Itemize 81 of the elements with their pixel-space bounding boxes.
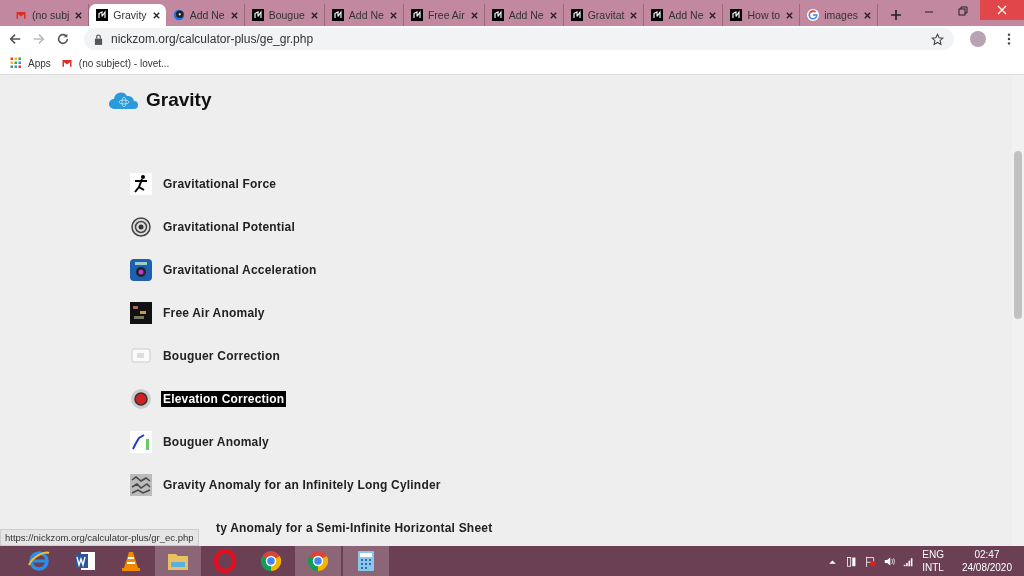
site-logo-icon — [410, 9, 423, 21]
tab-title: Gravity — [113, 9, 147, 21]
calculator-link[interactable]: Free Air Anomaly — [161, 305, 267, 321]
battery-icon[interactable] — [846, 555, 858, 567]
calculator-link[interactable]: Gravity Anomaly for an Infinitely Long Cylinder — [161, 477, 443, 493]
taskbar-app[interactable] — [343, 546, 389, 576]
close-icon[interactable] — [548, 10, 558, 20]
signal-icon[interactable] — [903, 555, 915, 567]
calculator-link[interactable]: Gravitational Potential — [161, 219, 297, 235]
calculator-link[interactable]: Bouguer Anomaly — [161, 434, 271, 450]
taskbar-app[interactable] — [295, 546, 341, 576]
camera-icon — [130, 259, 152, 281]
close-icon[interactable] — [229, 10, 239, 20]
mail-icon — [15, 9, 27, 21]
close-icon[interactable] — [388, 10, 398, 20]
calculator-link[interactable]: Gravitational Acceleration — [161, 262, 319, 278]
close-icon[interactable] — [629, 10, 639, 20]
tab-title: Add Ne — [348, 9, 384, 21]
speaker-icon[interactable] — [884, 555, 896, 567]
tab-title: Add Ne — [189, 9, 225, 21]
site-logo-icon — [570, 9, 583, 21]
input-language[interactable]: ENG INTL — [922, 548, 944, 574]
new-tab-icon[interactable] — [890, 9, 903, 21]
bookmark-label: (no subject) - lovet... — [78, 57, 170, 69]
bookmark-star-icon[interactable] — [931, 32, 944, 46]
word-document-icon — [73, 549, 97, 573]
chrome-icon — [259, 549, 283, 573]
browser-e-icon — [27, 549, 51, 573]
bookmark-label: Apps — [28, 57, 51, 69]
calculator-link[interactable]: Gravitational Force — [161, 176, 279, 192]
back-icon[interactable] — [8, 32, 22, 46]
tab-title: images — [824, 9, 859, 21]
page-title: Gravity — [146, 89, 212, 111]
tab-title: How to — [747, 9, 781, 21]
close-icon[interactable] — [309, 10, 319, 20]
calculator-link[interactable]: Elevation Correction — [161, 391, 287, 407]
mosaic-icon — [130, 302, 152, 324]
reload-icon[interactable] — [56, 32, 70, 46]
mail-icon — [60, 57, 73, 69]
flag-icon[interactable] — [865, 555, 877, 567]
site-logo-icon — [651, 9, 664, 21]
address-bar[interactable]: nickzom.org/calculator-plus/ge_gr.php — [84, 28, 954, 50]
ball-icon — [130, 388, 152, 410]
runner-icon — [130, 173, 152, 195]
target-icon — [130, 216, 152, 238]
site-logo-icon — [96, 9, 109, 21]
bar-chart-icon — [130, 431, 152, 453]
ring-icon — [213, 549, 237, 573]
clock[interactable]: 02:47 24/08/2020 — [961, 548, 1012, 574]
tab-title: Free Air — [427, 9, 465, 21]
tab-title: Add Ne — [668, 9, 704, 21]
close-icon[interactable] — [708, 10, 718, 20]
site-logo-icon — [251, 9, 264, 21]
site-logo-icon — [331, 9, 344, 21]
chrome-icon — [306, 549, 330, 573]
bookmark[interactable]: (no subject) - lovet... — [60, 57, 170, 69]
tab-title: Add Ne — [508, 9, 544, 21]
bookmark[interactable]: Apps — [10, 57, 51, 69]
close-icon[interactable] — [785, 10, 795, 20]
google-logo-icon — [807, 9, 820, 21]
close-icon[interactable] — [74, 10, 84, 20]
traffic-cone-icon — [119, 549, 143, 573]
site-logo-icon — [491, 9, 504, 21]
texture-icon — [130, 474, 152, 496]
lock-icon — [94, 33, 103, 45]
status-link-tooltip: https://nickzom.org/calculator-plus/gr_ec.php — [0, 529, 199, 546]
restore-icon[interactable] — [958, 6, 968, 16]
apps-grid-icon — [10, 57, 22, 69]
tab-title: (no subj — [32, 9, 70, 21]
tab-title: Gravitat — [587, 9, 625, 21]
close-icon[interactable] — [151, 10, 161, 20]
disc-icon — [172, 9, 185, 21]
site-logo-icon — [730, 9, 743, 21]
close-icon[interactable] — [863, 10, 873, 20]
tab-title: Bougue — [268, 9, 305, 21]
calculator-link[interactable]: ty Anomaly for a Semi-Infinite Horizontal Sheet — [214, 520, 495, 536]
browser-tab[interactable]: Gravity — [89, 4, 166, 26]
close-icon[interactable] — [469, 10, 479, 20]
scrollbar-thumb[interactable] — [1014, 151, 1022, 319]
calculator-link[interactable]: Bouguer Correction — [161, 348, 282, 364]
cloud-atom-icon — [108, 90, 140, 110]
